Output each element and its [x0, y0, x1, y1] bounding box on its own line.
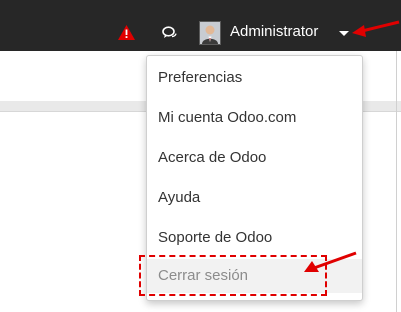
red-arrow-icon — [352, 20, 400, 37]
annotation-overlay — [304, 20, 400, 272]
red-arrow-icon — [304, 251, 357, 272]
